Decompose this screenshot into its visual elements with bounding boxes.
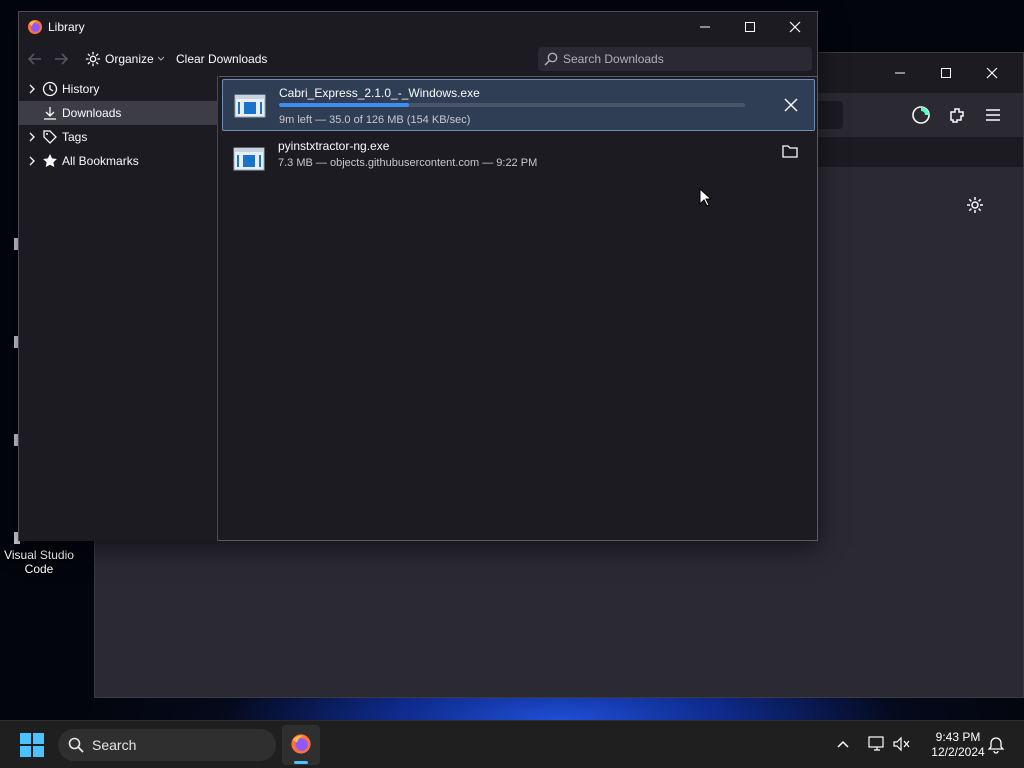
tray-overflow-button[interactable] (836, 737, 850, 754)
notifications-button[interactable] (987, 736, 1005, 757)
sidebar-item-label: Downloads (62, 106, 122, 120)
bell-icon (987, 737, 1005, 754)
back-arrow-icon (27, 53, 41, 65)
firefox-logo-icon (28, 20, 42, 34)
volume-muted-icon (893, 736, 910, 752)
tag-icon (41, 128, 59, 146)
volume-status[interactable] (893, 736, 911, 755)
extensions-icon[interactable] (945, 103, 969, 127)
network-icon (868, 736, 884, 751)
close-icon (986, 67, 998, 79)
desktop-icon-vscode[interactable]: Visual Studio Code (0, 548, 78, 576)
account-icon[interactable] (909, 103, 933, 127)
taskbar-search[interactable]: Search (58, 729, 276, 761)
close-icon (789, 21, 801, 33)
chevron-right-icon (29, 156, 35, 166)
menu-icon[interactable] (981, 103, 1005, 127)
clear-downloads-button[interactable]: Clear Downloads (176, 42, 267, 76)
download-item[interactable]: pyinstxtractor-ng.exe 7.3 MB — objects.g… (222, 133, 815, 185)
sidebar-item-all-bookmarks[interactable]: All Bookmarks (19, 149, 218, 173)
search-icon (544, 52, 558, 66)
chevron-right-icon (29, 84, 35, 94)
close-button[interactable] (772, 12, 818, 42)
search-downloads-input[interactable] (563, 52, 803, 66)
sidebar-item-label: Tags (62, 130, 88, 144)
chevron-up-icon (837, 740, 849, 748)
mouse-cursor-icon (699, 188, 711, 207)
clock-time: 9:43 PM (935, 730, 981, 744)
download-status: 7.3 MB — objects.githubusercontent.com —… (278, 157, 538, 169)
folder-icon (782, 145, 798, 158)
maximize-icon (941, 68, 951, 78)
organize-label: Organize (105, 52, 154, 66)
gear-icon (85, 51, 101, 67)
library-titlebar: Library (19, 12, 817, 42)
close-button[interactable] (969, 53, 1015, 93)
firefox-logo-icon (291, 734, 311, 754)
download-filename: pyinstxtractor-ng.exe (278, 139, 390, 153)
minimize-button[interactable] (682, 12, 728, 42)
chevron-down-icon (157, 56, 164, 61)
download-status: 9m left — 35.0 of 126 MB (154 KB/sec) (279, 114, 471, 126)
taskbar: Search 9:43 PM 12/2/2024 (0, 720, 1024, 768)
forward-arrow-icon (55, 53, 69, 65)
search-icon (68, 737, 84, 753)
windows-logo-icon (20, 733, 44, 757)
network-status[interactable] (868, 736, 886, 755)
maximize-icon (745, 22, 755, 32)
download-progress-fill (279, 103, 409, 107)
taskbar-firefox[interactable] (282, 725, 320, 765)
download-item[interactable]: Cabri_Express_2.1.0_-_Windows.exe 9m lef… (222, 79, 815, 131)
sidebar-item-downloads[interactable]: Downloads (19, 101, 218, 125)
organize-button[interactable]: Organize (85, 42, 164, 76)
library-window[interactable]: Library Organize Clear Downloads Search … (18, 11, 818, 541)
maximize-button[interactable] (727, 12, 773, 42)
sidebar-item-tags[interactable]: Tags (19, 125, 218, 149)
window-title: Library (48, 20, 85, 34)
download-progress-bar (279, 103, 745, 107)
executable-file-icon (233, 147, 265, 171)
sidebar-item-label: All Bookmarks (62, 154, 139, 168)
desktop-icon-label: Visual Studio (4, 548, 74, 562)
maximize-button[interactable] (923, 53, 969, 93)
desktop-icon-label: Code (24, 562, 54, 576)
start-button[interactable] (20, 733, 44, 757)
sidebar-item-history[interactable]: History (19, 77, 218, 101)
star-icon (41, 152, 59, 170)
clock[interactable]: 9:43 PM 12/2/2024 (920, 730, 996, 760)
library-sidebar: History Downloads Tags All Bookmarks (19, 76, 218, 541)
downloads-list: Cabri_Express_2.1.0_-_Windows.exe 9m lef… (219, 76, 818, 541)
active-indicator (294, 761, 308, 764)
back-button[interactable] (27, 42, 43, 76)
forward-button[interactable] (53, 42, 69, 76)
clock-date: 12/2/2024 (931, 745, 985, 759)
download-filename: Cabri_Express_2.1.0_-_Windows.exe (279, 86, 480, 100)
show-in-folder-button[interactable] (778, 139, 802, 163)
search-downloads-field[interactable] (538, 47, 812, 71)
taskbar-search-label: Search (92, 737, 137, 753)
minimize-icon (895, 72, 905, 74)
clear-downloads-label: Clear Downloads (176, 52, 268, 66)
library-toolbar: Organize Clear Downloads (19, 42, 817, 76)
sidebar-item-label: History (62, 82, 100, 96)
gear-icon[interactable] (963, 193, 987, 217)
minimize-button[interactable] (877, 53, 923, 93)
clock-icon (41, 80, 59, 98)
executable-file-icon (234, 94, 266, 118)
minimize-icon (700, 26, 710, 28)
chevron-right-icon (29, 132, 35, 142)
cancel-download-button[interactable] (779, 93, 803, 117)
close-icon (784, 98, 798, 112)
download-icon (41, 104, 59, 122)
